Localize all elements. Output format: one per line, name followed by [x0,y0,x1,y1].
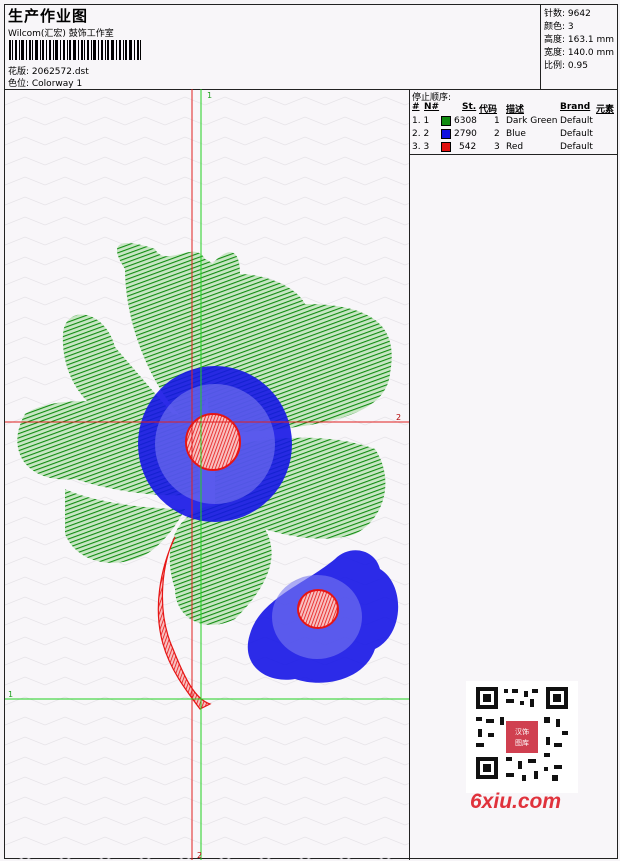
guide-label-h2: 2 [396,413,401,422]
qr-center-text: 汉饰 [515,727,529,736]
row-stitches: 2790 [454,129,477,139]
row-stitches: 6308 [454,116,477,126]
row-index: 2. 2 [412,129,430,139]
row-code: 3 [494,142,500,152]
row-brand: Default [560,116,593,126]
col-hash: # [412,102,420,112]
guide-label-v1: 1 [207,91,212,100]
divider [410,154,617,155]
guide-label-h1: 1 [8,690,13,699]
row-code: 1 [494,116,500,126]
guide-label-v2: 2 [197,851,202,860]
stitch-count: 针数: 9642 [544,9,591,19]
qr-code-image: 汉饰 图库 [466,681,578,793]
row-stitches: 542 [459,142,477,152]
design-scale: 比例: 0.95 [544,61,588,71]
colorway-label: 色位: Colorway 1 [8,79,83,89]
row-brand: Default [560,129,593,139]
col-number: N# [424,102,440,112]
col-element: 元素 [596,105,615,115]
design-canvas: 1 2 1 2 [5,89,410,860]
sheet-title: 生产作业图 [8,7,89,25]
col-code: 代码 [479,105,498,115]
company-name: Wilcom(汇宏) 鼓饰工作室 [8,29,114,39]
row-code: 2 [494,129,500,139]
col-description: 描述 [506,105,525,115]
site-watermark-logo: 6xiu.com [470,790,562,813]
color-count: 颜色: 3 [544,22,574,32]
col-brand: Brand [560,102,591,112]
color-swatch [441,116,451,126]
design-width: 宽度: 140.0 mm [544,48,615,58]
color-swatch [441,142,451,152]
row-description: Dark Green [506,116,558,126]
design-height: 高度: 163.1 mm [544,35,615,45]
sheet-header: 生产作业图 Wilcom(汇宏) 鼓饰工作室 花版: 2062572.dst 色… [5,5,617,90]
stats-panel: 针数: 9642 颜色: 3 高度: 163.1 mm 宽度: 140.0 mm… [540,5,618,89]
barcode-image [9,40,141,60]
row-index: 1. 1 [412,116,430,126]
col-stitches: St. [462,102,477,112]
embroidery-preview: 1 2 1 2 [5,89,409,860]
row-description: Red [506,142,524,152]
row-index: 3. 3 [412,142,430,152]
row-description: Blue [506,129,526,139]
color-swatch [441,129,451,139]
qr-center-text: 图库 [515,738,529,747]
row-brand: Default [560,142,593,152]
